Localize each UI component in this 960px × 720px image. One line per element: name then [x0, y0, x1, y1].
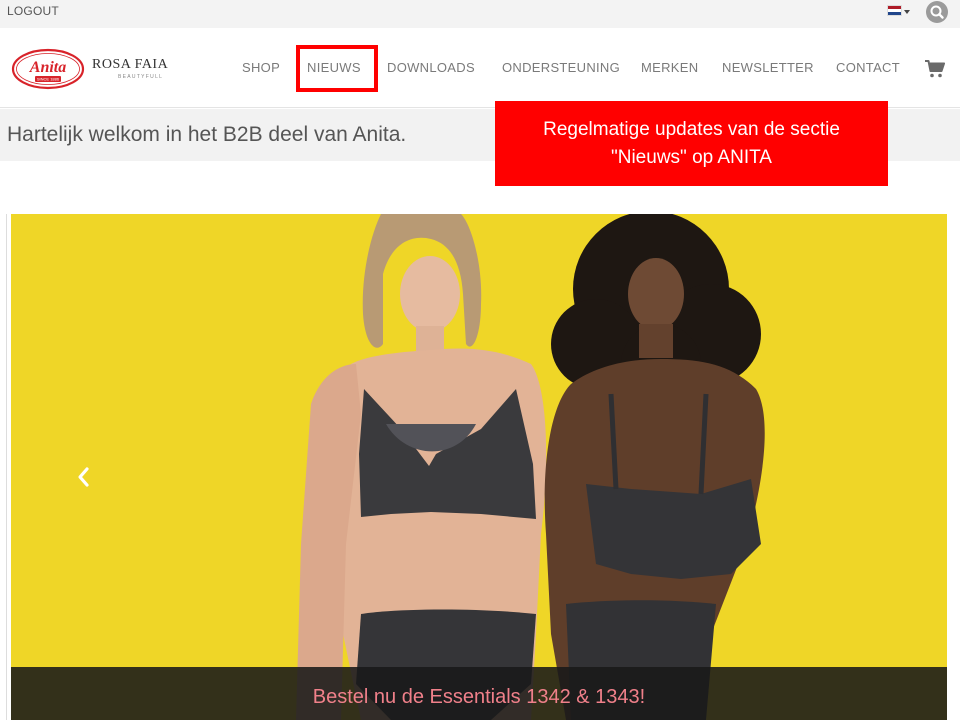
anita-since-text: SINCE 1886: [37, 77, 60, 82]
hero-carousel: Bestel nu de Essentials 1342 & 1343!: [11, 214, 947, 720]
hero-caption-text[interactable]: Bestel nu de Essentials 1342 & 1343!: [11, 686, 947, 709]
search-icon[interactable]: [926, 1, 948, 23]
logout-link[interactable]: LOGOUT: [7, 4, 59, 18]
rosa-faia-logo[interactable]: ROSA FAIA BEAUTYFULL: [92, 57, 168, 80]
callout-line-1: Regelmatige updates van de sectie: [543, 118, 840, 140]
nav-item-newsletter[interactable]: NEWSLETTER: [722, 60, 814, 75]
content-divider: [6, 214, 7, 720]
hero-caption-bar: Bestel nu de Essentials 1342 & 1343!: [11, 667, 947, 720]
flag-nl-icon[interactable]: [887, 5, 902, 16]
rosa-faia-name: ROSA FAIA: [92, 57, 169, 72]
rosa-faia-sub: BEAUTYFULL: [118, 74, 164, 80]
chevron-down-icon[interactable]: [904, 10, 910, 14]
nav-item-merken[interactable]: MERKEN: [641, 60, 698, 75]
site-header: Anita SINCE 1886 ROSA FAIA BEAUTYFULL SH…: [0, 28, 960, 108]
nav-item-downloads[interactable]: DOWNLOADS: [387, 60, 475, 75]
nav-item-contact[interactable]: CONTACT: [836, 60, 900, 75]
callout-line-2: "Nieuws" op ANITA: [611, 146, 772, 168]
top-utility-bar: LOGOUT: [0, 0, 960, 28]
chevron-left-icon[interactable]: [75, 466, 91, 488]
cart-icon[interactable]: [925, 60, 945, 78]
nav-item-ondersteuning[interactable]: ONDERSTEUNING: [502, 60, 620, 75]
nav-item-shop[interactable]: SHOP: [242, 60, 280, 75]
welcome-text: Hartelijk welkom in het B2B deel van Ani…: [7, 123, 407, 146]
callout-box: Regelmatige updates van de sectie "Nieuw…: [495, 101, 888, 186]
hero-image: [296, 214, 765, 720]
nieuws-highlight-box: [296, 45, 378, 92]
anita-logo-text: Anita: [29, 59, 66, 76]
anita-logo[interactable]: Anita SINCE 1886: [11, 48, 85, 90]
